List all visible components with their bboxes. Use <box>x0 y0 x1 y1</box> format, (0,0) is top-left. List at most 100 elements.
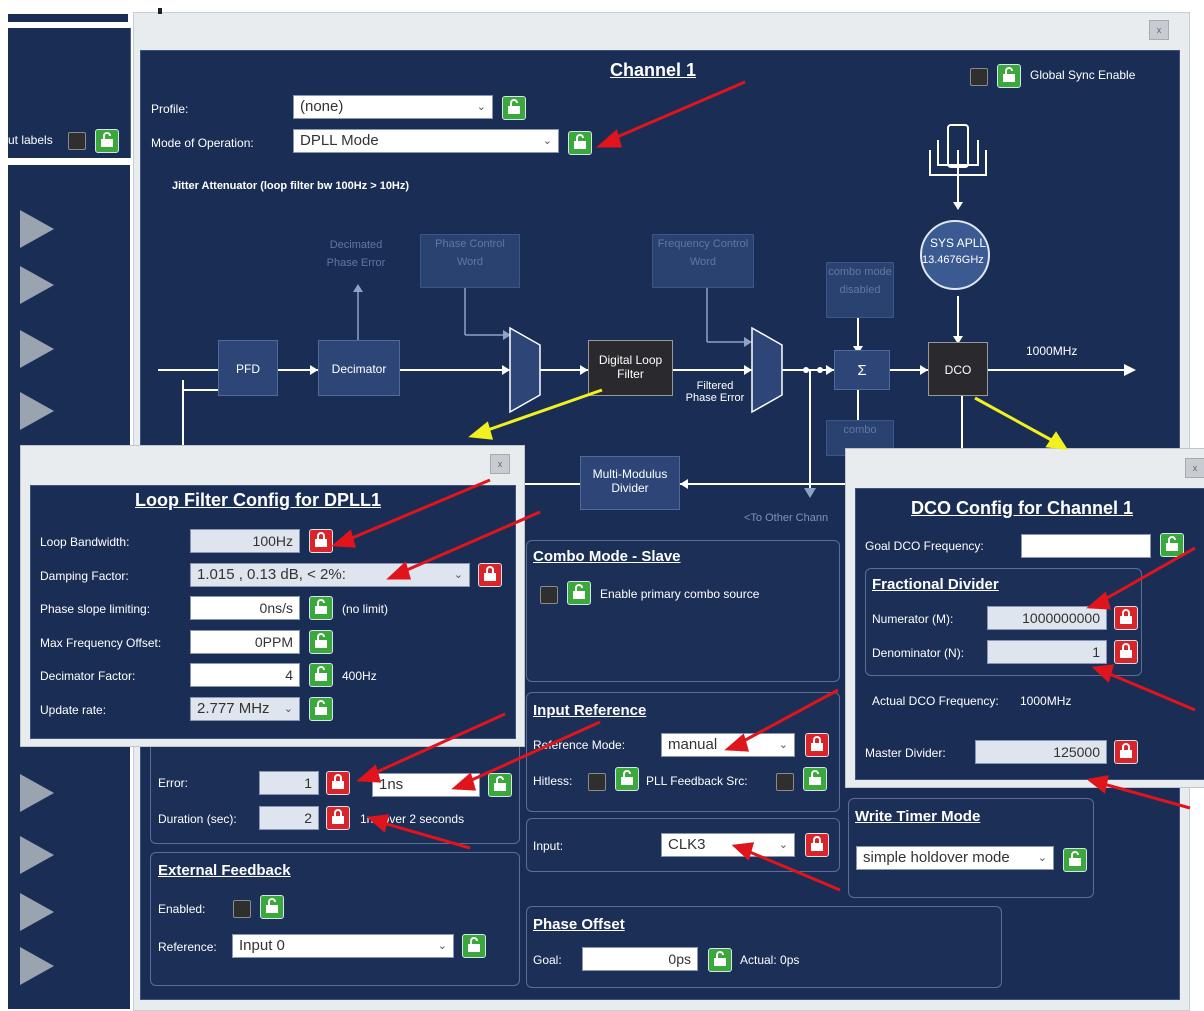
sigma-block[interactable]: Σ <box>834 350 890 390</box>
phase-slope-lock-icon[interactable] <box>309 596 333 620</box>
goal-dco-label: Goal DCO Frequency: <box>865 539 984 553</box>
digital-loop-filter-block[interactable]: Digital Loop Filter <box>588 340 673 396</box>
max-frequency-label: Max Frequency Offset: <box>40 636 162 650</box>
phase-slope-label: Phase slope limiting: <box>40 602 151 616</box>
decimator-factor-input[interactable]: 4 <box>190 663 300 687</box>
error-input[interactable]: 1 <box>259 771 319 795</box>
decimator-factor-label: Decimator Factor: <box>40 669 136 683</box>
output-freq-label: 1000MHz <box>1026 344 1078 358</box>
input-label: Input: <box>533 839 564 853</box>
phase-goal-lock-icon[interactable] <box>708 948 732 972</box>
loop-bandwidth-lock-icon[interactable] <box>309 529 333 553</box>
sys-apll-freq: 13.4676GHz <box>922 254 984 266</box>
input-lock-icon[interactable] <box>805 833 829 857</box>
write-timer-title: Write Timer Mode <box>855 808 981 825</box>
decimator-factor-note: 400Hz <box>342 669 377 683</box>
update-rate-select[interactable]: 2.777 MHz ⌄ <box>190 697 300 721</box>
hitless-lock-icon[interactable] <box>615 767 639 791</box>
goal-dco-lock-icon[interactable] <box>1160 533 1184 557</box>
phase-slope-note: (no limit) <box>342 602 389 616</box>
damping-factor-label: Damping Factor: <box>40 569 129 583</box>
error-unit-select[interactable]: 1ns <box>372 773 480 797</box>
update-rate-lock-icon[interactable] <box>309 697 333 721</box>
pll-feedback-lock-icon[interactable] <box>803 767 827 791</box>
damping-factor-lock-icon[interactable] <box>478 563 502 587</box>
decimator-block[interactable]: Decimator <box>318 340 400 396</box>
pll-feedback-label: PLL Feedback Src: <box>646 774 748 788</box>
decimator-factor-lock-icon[interactable] <box>309 663 333 687</box>
duration-input[interactable]: 2 <box>259 806 319 830</box>
denominator-lock-icon[interactable] <box>1114 640 1138 664</box>
duration-label: Duration (sec): <box>158 812 237 826</box>
loop-filter-close-button[interactable]: x <box>490 454 510 474</box>
reference-mode-label: Reference Mode: <box>533 738 626 752</box>
combo-enable-label: Enable primary combo source <box>600 587 760 601</box>
dco-close-button[interactable]: x <box>1185 458 1204 478</box>
to-other-channels-label: <To Other Chann <box>744 512 829 524</box>
frequency-control-word-block: Frequency Control Word <box>652 234 754 288</box>
goal-dco-input[interactable] <box>1021 534 1151 558</box>
damping-factor-select[interactable]: 1.015 , 0.13 dB, < 2%: ⌄ <box>190 563 470 587</box>
chevron-down-icon: ⌄ <box>778 739 788 751</box>
reference-mode-select[interactable]: manual ⌄ <box>661 733 795 757</box>
input-select[interactable]: CLK3 ⌄ <box>661 833 795 857</box>
numerator-input[interactable]: 1000000000 <box>987 606 1107 630</box>
combo-mode-title: Combo Mode - Slave <box>533 548 681 565</box>
dco-block[interactable]: DCO <box>928 342 988 396</box>
chevron-down-icon: ⌄ <box>437 940 447 952</box>
reference-lock-icon[interactable] <box>462 934 486 958</box>
hitless-checkbox[interactable] <box>588 773 606 791</box>
phase-slope-input[interactable]: 0ns/s <box>190 596 300 620</box>
reference-label: Reference: <box>158 940 217 954</box>
master-divider-label: Master Divider: <box>865 746 946 760</box>
write-timer-select[interactable]: simple holdover mode ⌄ <box>856 846 1054 870</box>
error-unit-lock-icon[interactable] <box>488 773 512 797</box>
chevron-down-icon: ⌄ <box>283 703 293 715</box>
fractional-divider-title: Fractional Divider <box>872 576 999 593</box>
dco-config-title: DCO Config for Channel 1 <box>911 498 1133 518</box>
enabled-label: Enabled: <box>158 902 206 916</box>
duration-lock-icon[interactable] <box>326 806 350 830</box>
numerator-lock-icon[interactable] <box>1114 606 1138 630</box>
master-divider-input[interactable]: 125000 <box>975 740 1107 764</box>
master-divider-lock-icon[interactable] <box>1114 740 1138 764</box>
loop-filter-title: Loop Filter Config for DPLL1 <box>135 490 381 510</box>
pll-feedback-checkbox[interactable] <box>776 773 794 791</box>
external-feedback-checkbox[interactable] <box>233 900 251 918</box>
sys-apll-label: SYS APLL <box>930 236 987 250</box>
hitless-label: Hitless: <box>533 774 573 788</box>
phase-offset-title: Phase Offset <box>533 916 625 933</box>
actual-dco-label: Actual DCO Frequency: <box>872 694 999 708</box>
duration-note: 1ns over 2 seconds <box>360 812 465 826</box>
loop-bandwidth-input[interactable]: 100Hz <box>190 529 300 553</box>
filtered-phase-error-label: Filtered Phase Error <box>685 380 745 404</box>
input-reference-title: Input Reference <box>533 702 647 719</box>
external-feedback-lock-icon[interactable] <box>260 895 284 919</box>
chevron-down-icon: ⌄ <box>778 839 788 851</box>
update-rate-label: Update rate: <box>40 703 107 717</box>
reference-select[interactable]: Input 0 ⌄ <box>232 934 454 958</box>
error-lock-icon[interactable] <box>326 771 350 795</box>
max-frequency-lock-icon[interactable] <box>309 630 333 654</box>
external-feedback-title: External Feedback <box>158 862 291 879</box>
error-label: Error: <box>158 776 188 790</box>
phase-control-word-block: Phase Control Word <box>420 234 520 288</box>
reference-mode-lock-icon[interactable] <box>805 733 829 757</box>
denominator-label: Denominator (N): <box>872 646 965 660</box>
denominator-input[interactable]: 1 <box>987 640 1107 664</box>
goal-label: Goal: <box>533 953 562 967</box>
combo-lock-icon[interactable] <box>567 581 591 605</box>
phase-goal-input[interactable]: 0ps <box>582 947 698 971</box>
decimated-phase-error-block: Decimated Phase Error <box>326 239 386 269</box>
pfd-block[interactable]: PFD <box>218 340 278 396</box>
combo-mode-disabled-block: combo mode disabled <box>826 262 894 318</box>
combo-enable-checkbox[interactable] <box>540 586 558 604</box>
chevron-down-icon: ⌄ <box>1037 852 1047 864</box>
chevron-down-icon: ⌄ <box>453 569 463 581</box>
actual-dco-value: 1000MHz <box>1020 694 1072 708</box>
write-timer-lock-icon[interactable] <box>1063 848 1087 872</box>
max-frequency-input[interactable]: 0PPM <box>190 630 300 654</box>
loop-bandwidth-label: Loop Bandwidth: <box>40 535 130 549</box>
numerator-label: Numerator (M): <box>872 612 954 626</box>
multi-modulus-divider-block[interactable]: Multi-Modulus Divider <box>580 456 680 510</box>
